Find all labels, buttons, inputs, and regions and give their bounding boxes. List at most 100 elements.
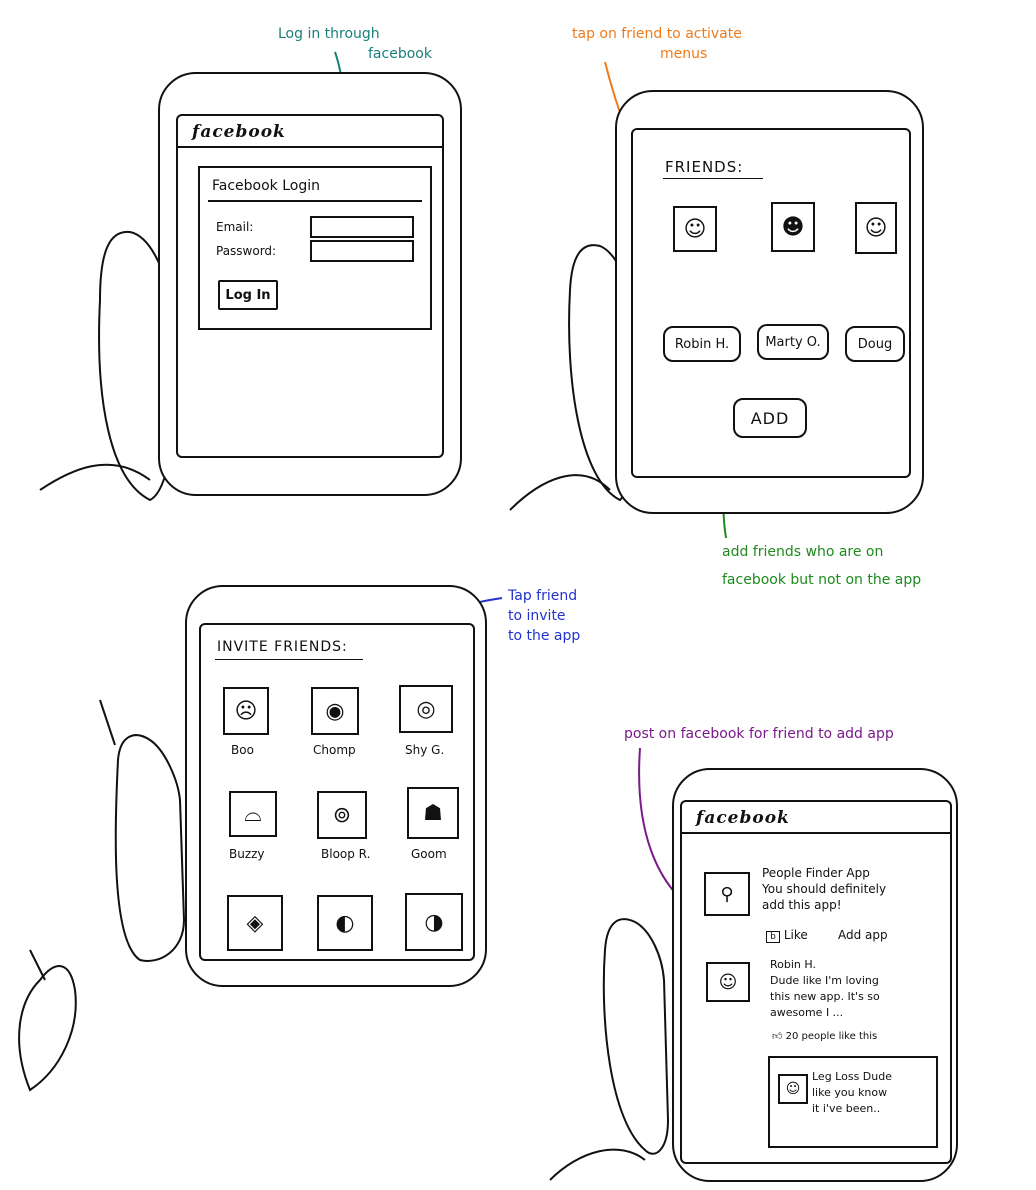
facebook-logo: facebook [696,808,790,828]
like-link[interactable]: b Like [766,928,808,943]
annotation-line: menus [660,46,708,62]
invite-friend-avatar[interactable]: ⊚ [317,791,367,839]
friends-heading: FRIENDS: [665,158,744,176]
commenter-avatar[interactable]: ☺ [778,1074,808,1104]
invite-friend-avatar[interactable]: ◉ [311,687,359,735]
creature-icon: ◈ [246,910,264,936]
email-field[interactable] [310,216,414,238]
thumbs-up-icon: 👍︎ [772,1031,783,1042]
facebook-header: facebook [178,116,442,148]
password-field[interactable] [310,240,414,262]
hand-outline [602,918,670,1155]
annotation-line: to invite [508,608,566,624]
claw-outline [29,699,116,981]
like-icon: b [766,931,780,943]
annotation-line: facebook [368,46,432,62]
invite-friend-avatar[interactable]: ☗ [407,787,459,839]
hand-outline [39,463,151,491]
add-app-link[interactable]: Add app [838,928,888,942]
facebook-header: facebook [682,802,950,834]
friend-name-button[interactable]: Marty O. [757,324,829,360]
login-screen: facebook Facebook Login Email: Password:… [176,114,444,458]
invite-friend-avatar[interactable]: ◑ [405,893,463,951]
invite-friend-avatar[interactable]: ◎ [399,685,453,733]
annotation-line: Log in through [278,26,380,42]
friend-avatar[interactable]: ☺ [673,206,717,252]
post-text: awesome I ... [770,1006,844,1019]
comment-text: Leg Loss Dude [812,1070,892,1083]
invite-heading: INVITE FRIENDS: [217,639,348,655]
post-text: Dude like I'm loving [770,974,879,987]
heading-underline [663,178,763,179]
annotation-tap-friend: tap on friend to activate menus [572,24,742,64]
squid-icon: ⊚ [332,802,352,828]
heading-underline [215,659,363,660]
annotation-line: tap on friend to activate [572,26,742,42]
invite-screen: INVITE FRIENDS: ☹ ◉ ◎ Boo Chomp Shy G. ⌓… [199,623,475,961]
goomba-icon: ☗ [423,800,443,826]
annotation-line: facebook but not on the app [722,572,922,588]
phone-login: facebook Facebook Login Email: Password:… [158,72,462,496]
post-text: this new app. It's so [770,990,880,1003]
post-text: add this app! [762,898,842,912]
annotation-add-friends: add friends who are on facebook but not … [722,538,921,594]
divider [208,200,422,202]
annotation-login: Log in through facebook [278,24,432,64]
like-label: Like [783,928,808,942]
invite-friend-name: Chomp [313,743,356,757]
annotation-post: post on facebook for friend to add app [624,724,894,744]
annotation-line: Tap friend [508,588,578,604]
author-avatar[interactable]: ☺ [706,962,750,1002]
friend-avatar[interactable]: ☻ [771,202,815,252]
face-icon: ☺ [683,216,707,242]
phone-friends: FRIENDS: ☺ ☻ ☺ Robin H. Marty O. Doug AD… [615,90,924,514]
comment-text: it i've been.. [812,1102,881,1115]
like-count: 👍︎ 20 people like this [772,1030,877,1042]
invite-friend-avatar[interactable]: ◐ [317,895,373,951]
annotation-line: post on facebook for friend to add app [624,726,894,742]
invite-friend-avatar[interactable]: ◈ [227,895,283,951]
face-icon: ☺ [864,215,888,241]
bird-icon: ◑ [424,909,444,935]
friend-name-button[interactable]: Robin H. [663,326,741,362]
hand-outline [509,474,611,511]
invite-friend-avatar[interactable]: ☹ [223,687,269,735]
like-count-label: 20 people like this [785,1031,878,1042]
facebook-logo: facebook [192,122,286,142]
post-author: Robin H. [770,958,816,971]
face-icon: ☺ [718,971,738,993]
shell-icon: ⌓ [244,801,262,827]
app-icon[interactable]: ⚲ [704,872,750,916]
add-button[interactable]: ADD [733,398,807,438]
comment-text: like you know [812,1086,888,1099]
friend-name-button[interactable]: Doug [845,326,905,362]
fish-icon: ◐ [335,910,355,936]
invite-friend-name: Boo [231,743,254,757]
phone-feed: facebook ⚲ People Finder App You should … [672,768,958,1182]
face-icon: ☺ [785,1081,801,1097]
post-text: You should definitely [762,882,887,896]
hand-outline [114,734,186,962]
claw-outline [18,965,77,1092]
password-label: Password: [216,244,277,258]
phone-invite: INVITE FRIENDS: ☹ ◉ ◎ Boo Chomp Shy G. ⌓… [185,585,487,987]
invite-friend-avatar[interactable]: ⌓ [229,791,277,837]
annotation-line: to the app [508,628,581,644]
friend-avatar[interactable]: ☺ [855,202,897,254]
person-icon: ⚲ [720,883,734,905]
login-form: Facebook Login Email: Password: Log In [198,166,432,330]
ghost-icon: ☹ [234,698,258,724]
hand-outline [549,1148,646,1181]
friends-screen: FRIENDS: ☺ ☻ ☺ Robin H. Marty O. Doug AD… [631,128,911,478]
login-button[interactable]: Log In [218,280,278,310]
form-title: Facebook Login [212,178,321,194]
annotation-line: add friends who are on [722,544,884,560]
face-icon: ☻ [781,214,805,240]
annotation-tap-invite: Tap friend to invite to the app [508,586,580,646]
chomp-icon: ◉ [325,698,345,724]
invite-friend-name: Buzzy [229,847,265,861]
post-title: People Finder App [762,866,870,880]
feed-screen: facebook ⚲ People Finder App You should … [680,800,952,1164]
invite-friend-name: Shy G. [405,743,445,757]
email-label: Email: [216,220,254,234]
